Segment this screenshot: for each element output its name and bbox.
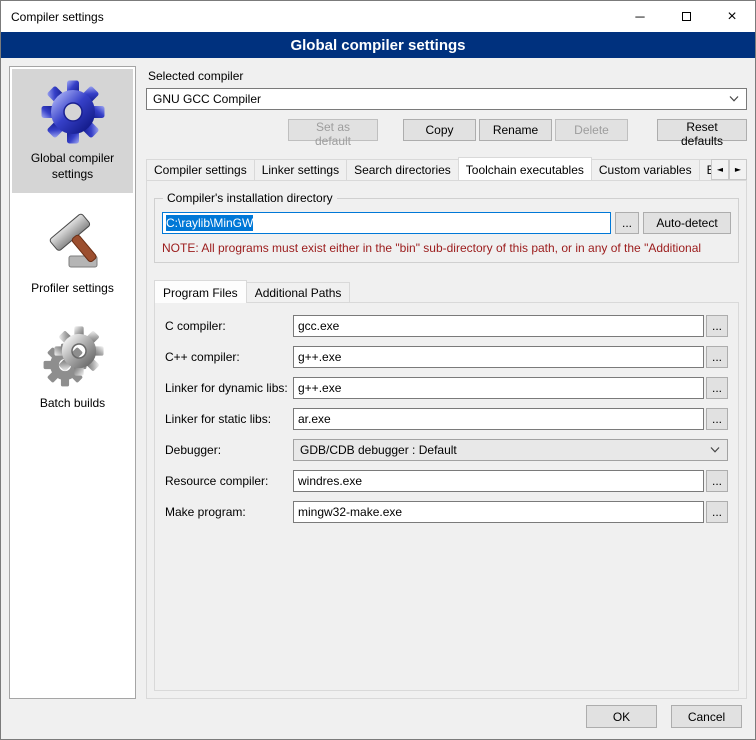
form-row-c-compiler: C compiler: ...	[165, 315, 728, 337]
form-row-linker-dynamic: Linker for dynamic libs: ...	[165, 377, 728, 399]
delete-button[interactable]: Delete	[555, 119, 628, 141]
close-button[interactable]: ×	[709, 1, 755, 32]
tab-scroll-left-button[interactable]: ◄	[711, 159, 729, 180]
set-as-default-button[interactable]: Set as default	[288, 119, 378, 141]
auto-detect-button[interactable]: Auto-detect	[643, 212, 731, 234]
make-program-label: Make program:	[165, 505, 293, 519]
form-row-resource-compiler: Resource compiler: ...	[165, 470, 728, 492]
sidebar-item-profiler-settings[interactable]: Profiler settings	[12, 199, 133, 308]
tab-search-directories[interactable]: Search directories	[346, 159, 459, 180]
reset-defaults-button[interactable]: Reset defaults	[657, 119, 747, 141]
bin-subdirectory-note: NOTE: All programs must exist either in …	[162, 241, 731, 255]
tabstrip: Compiler settings Linker settings Search…	[146, 156, 711, 180]
debugger-select-value: GDB/CDB debugger : Default	[300, 443, 457, 457]
sidebar-item-label: Batch builds	[40, 396, 105, 412]
linker-dynamic-input[interactable]	[293, 377, 704, 399]
installation-directory-group-title: Compiler's installation directory	[163, 191, 337, 205]
tab-linker-settings[interactable]: Linker settings	[254, 159, 347, 180]
c-compiler-input[interactable]	[293, 315, 704, 337]
maximize-button[interactable]	[663, 1, 709, 32]
tab-additional-paths[interactable]: Additional Paths	[246, 282, 351, 302]
tab-scroll-right-button[interactable]: ►	[729, 159, 747, 180]
minimize-icon: ─	[635, 9, 644, 24]
install-dir-browse-button[interactable]: ...	[615, 212, 639, 234]
rename-button[interactable]: Rename	[479, 119, 552, 141]
tab-program-files[interactable]: Program Files	[154, 280, 247, 303]
install-dir-input[interactable]: C:\raylib\MinGW	[162, 212, 611, 234]
make-program-browse-button[interactable]: ...	[706, 501, 728, 523]
profiler-hammer-icon	[41, 210, 105, 274]
installation-directory-row: C:\raylib\MinGW ... Auto-detect	[162, 212, 731, 234]
resource-compiler-browse-button[interactable]: ...	[706, 470, 728, 492]
window-title: Compiler settings	[1, 1, 617, 32]
linker-dynamic-label: Linker for dynamic libs:	[165, 381, 293, 395]
make-program-input[interactable]	[293, 501, 704, 523]
tab-custom-variables[interactable]: Custom variables	[591, 159, 700, 180]
sidebar-item-label: Profiler settings	[31, 281, 114, 297]
c-compiler-label: C compiler:	[165, 319, 293, 333]
compiler-button-row: Set as default Copy Rename Delete Reset …	[146, 119, 747, 141]
selected-compiler-label: Selected compiler	[148, 69, 747, 83]
chevron-down-icon	[729, 96, 739, 102]
blue-gear-icon	[41, 80, 105, 144]
dialog-body: Global compiler settings Profiler settin…	[1, 58, 755, 703]
cpp-compiler-label: C++ compiler:	[165, 350, 293, 364]
cpp-compiler-browse-button[interactable]: ...	[706, 346, 728, 368]
toolchain-executables-panel: Compiler's installation directory C:\ray…	[146, 180, 747, 699]
compiler-select-value: GNU GCC Compiler	[153, 92, 261, 106]
form-row-cpp-compiler: C++ compiler: ...	[165, 346, 728, 368]
dialog-footer: OK Cancel	[1, 703, 755, 739]
linker-static-browse-button[interactable]: ...	[706, 408, 728, 430]
form-row-debugger: Debugger: GDB/CDB debugger : Default	[165, 439, 728, 461]
sidebar-item-batch-builds[interactable]: Batch builds	[12, 314, 133, 423]
copy-button[interactable]: Copy	[403, 119, 476, 141]
chevron-down-icon	[710, 447, 720, 453]
close-icon: ×	[727, 8, 736, 26]
minimize-button[interactable]: ─	[617, 1, 663, 32]
compiler-settings-window: Compiler settings ─ × Global compiler se…	[0, 0, 756, 740]
page-title: Global compiler settings	[1, 32, 755, 58]
program-files-panel: C compiler: ... C++ compiler: ... Linker…	[154, 302, 739, 691]
tab-compiler-settings[interactable]: Compiler settings	[146, 159, 255, 180]
form-row-make-program: Make program: ...	[165, 501, 728, 523]
arrow-left-icon: ◄	[717, 165, 723, 174]
ok-button[interactable]: OK	[586, 705, 657, 728]
linker-static-label: Linker for static libs:	[165, 412, 293, 426]
sidebar-item-global-compiler-settings[interactable]: Global compiler settings	[12, 69, 133, 193]
cpp-compiler-input[interactable]	[293, 346, 704, 368]
resource-compiler-label: Resource compiler:	[165, 474, 293, 488]
linker-static-input[interactable]	[293, 408, 704, 430]
debugger-label: Debugger:	[165, 443, 293, 457]
cancel-button[interactable]: Cancel	[671, 705, 742, 728]
arrow-right-icon: ►	[735, 165, 741, 174]
install-dir-selected-text: C:\raylib\MinGW	[166, 215, 253, 231]
tab-toolchain-executables[interactable]: Toolchain executables	[458, 157, 592, 180]
main-content: Selected compiler GNU GCC Compiler Set a…	[146, 66, 747, 699]
debugger-select[interactable]: GDB/CDB debugger : Default	[293, 439, 728, 461]
gray-gears-icon	[41, 325, 105, 389]
sidebar-item-label: Global compiler settings	[15, 151, 130, 182]
maximize-icon	[682, 12, 691, 21]
linker-dynamic-browse-button[interactable]: ...	[706, 377, 728, 399]
inner-tab-bar: Program Files Additional Paths	[154, 279, 739, 302]
titlebar: Compiler settings ─ ×	[1, 1, 755, 32]
form-row-linker-static: Linker for static libs: ...	[165, 408, 728, 430]
tab-bar: Compiler settings Linker settings Search…	[146, 156, 747, 180]
compiler-select[interactable]: GNU GCC Compiler	[146, 88, 747, 110]
resource-compiler-input[interactable]	[293, 470, 704, 492]
installation-directory-group: Compiler's installation directory C:\ray…	[154, 198, 739, 263]
c-compiler-browse-button[interactable]: ...	[706, 315, 728, 337]
sidebar: Global compiler settings Profiler settin…	[9, 66, 136, 699]
tab-build-options[interactable]: Build options	[699, 159, 711, 180]
